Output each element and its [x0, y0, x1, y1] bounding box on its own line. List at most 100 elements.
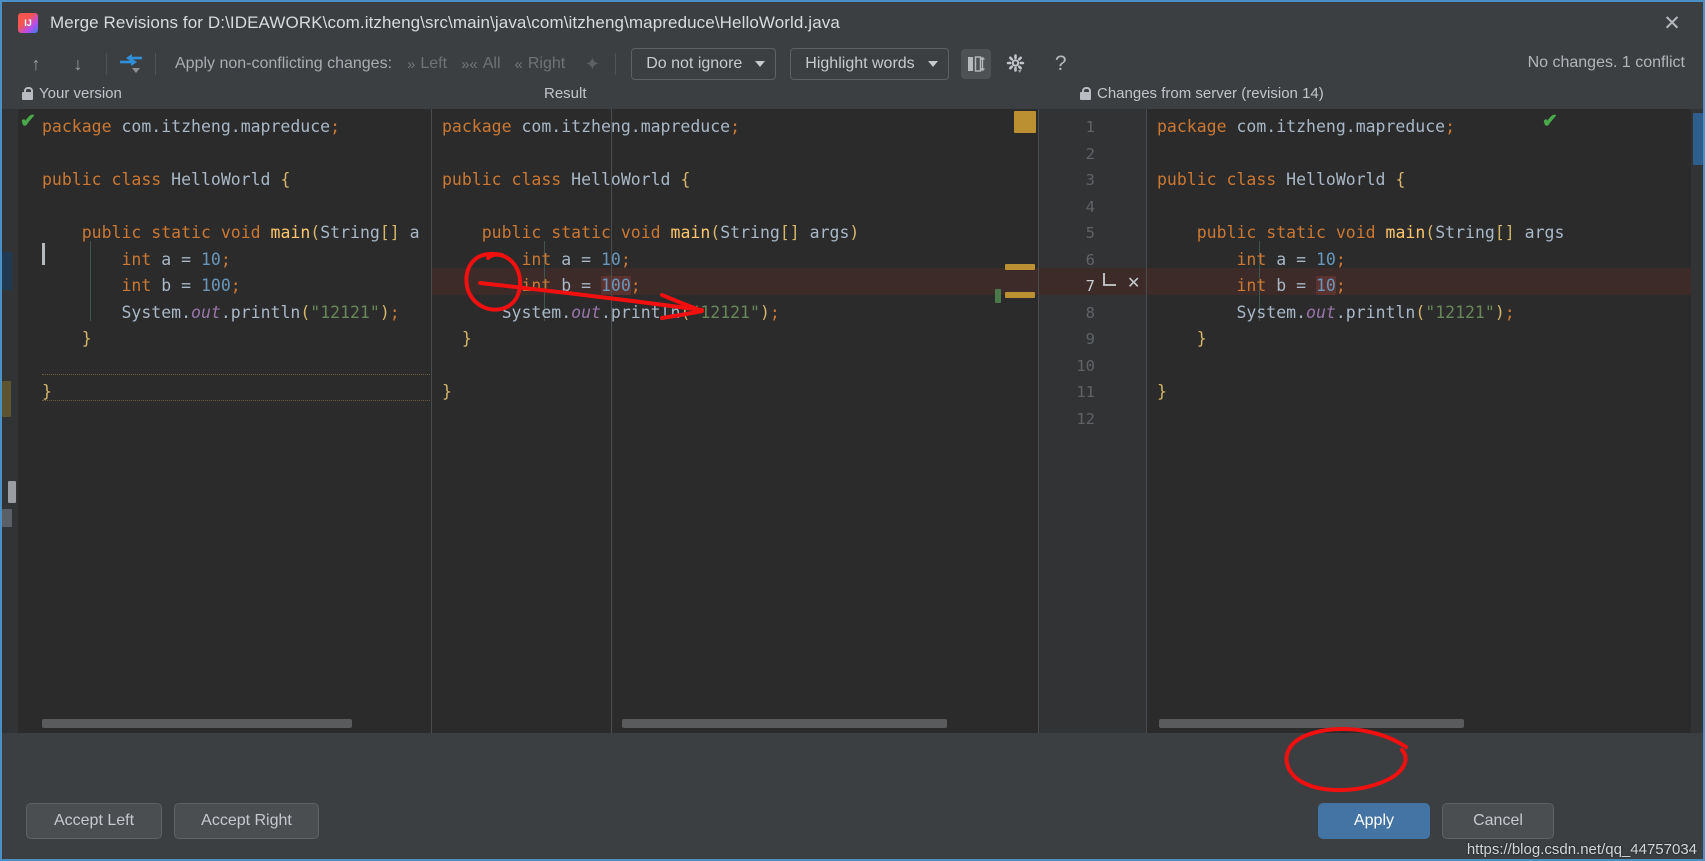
apply-button[interactable]: Apply [1318, 803, 1430, 839]
right-stripe-marker [1693, 113, 1703, 165]
code-token [1157, 250, 1236, 269]
code-token: ; [231, 276, 241, 295]
pane-header-left: Your version [22, 85, 122, 102]
stripe-marker-warning [2, 381, 11, 417]
code-token: void [221, 223, 261, 242]
highlight-policy-select[interactable]: Highlight words [790, 48, 948, 80]
close-icon[interactable]: ✕ [1655, 8, 1689, 38]
lock-icon [1080, 87, 1091, 100]
code-token: ( [310, 223, 320, 242]
code-line: public class HelloWorld { [442, 167, 690, 194]
pane-changes-from-server[interactable]: package com.itzheng.mapreduce;public cla… [1147, 109, 1705, 733]
stripe-thumb[interactable] [8, 481, 16, 503]
code-line: package com.itzheng.mapreduce; [1157, 114, 1455, 141]
mid-modified-marker-top [1014, 111, 1036, 133]
hscrollbar-mid[interactable] [622, 719, 947, 728]
code-token: int [1236, 276, 1266, 295]
gear-icon[interactable] [1001, 49, 1031, 79]
pane-your-version[interactable]: package com.itzheng.mapreduce;public cla… [20, 109, 430, 733]
code-token: . [601, 303, 611, 322]
code-token: void [1336, 223, 1376, 242]
accept-left-button[interactable]: Accept Left [26, 803, 162, 839]
code-token: a [410, 223, 420, 242]
apply-all-button[interactable]: »« All [454, 53, 507, 75]
code-line: package com.itzheng.mapreduce; [42, 114, 340, 141]
code-token: ; [730, 117, 740, 136]
lock-icon [22, 87, 33, 100]
conflict-resolve-controls[interactable]: ✕ [1101, 269, 1140, 295]
code-token [442, 276, 521, 295]
code-token: 10 [1316, 250, 1336, 269]
code-token: ; [621, 250, 631, 269]
stripe-marker-changed [2, 252, 12, 290]
left-status-stripe[interactable] [2, 109, 18, 733]
code-token: 100 [601, 276, 631, 295]
code-token [261, 223, 271, 242]
code-result: package com.itzheng.mapreduce; public cla… [432, 109, 1039, 733]
code-token [1386, 170, 1396, 189]
code-right: package com.itzheng.mapreduce;public cla… [1147, 109, 1705, 733]
code-token: "12121" [310, 303, 380, 322]
toolbar: ↑ ↓ Apply non-conflicting changes: » Lef… [2, 43, 1703, 85]
code-token: ) [380, 303, 390, 322]
line-numbers-right-pane: 123456789101112 [1039, 109, 1147, 733]
right-status-stripe[interactable] [1691, 109, 1705, 733]
code-token: HelloWorld [171, 170, 270, 189]
help-icon[interactable]: ? [1047, 50, 1075, 78]
hscrollbar-right[interactable] [1159, 719, 1464, 728]
code-token: } [462, 329, 472, 348]
mid-modified-marker-a [1005, 264, 1035, 270]
code-token: b [551, 276, 581, 295]
code-line: public static void main(String[] args [1157, 220, 1564, 247]
code-token: ( [1425, 223, 1435, 242]
code-token [1276, 170, 1286, 189]
apply-left-button[interactable]: » Left [400, 53, 454, 75]
columns-glyph [967, 55, 985, 73]
magic-wand-icon[interactable]: ✦ [578, 50, 606, 78]
code-token: package [1157, 117, 1227, 136]
merge-arrows-glyph [118, 53, 144, 75]
code-token: int [1236, 250, 1266, 269]
ignore-policy-select[interactable]: Do not ignore [631, 48, 776, 80]
cancel-button[interactable]: Cancel [1442, 803, 1554, 839]
code-token: s [1554, 223, 1564, 242]
apply-right-button[interactable]: « Right [508, 53, 573, 75]
code-line: package com.itzheng.mapreduce; [442, 114, 740, 141]
code-token: [] [780, 223, 800, 242]
reject-change-icon[interactable]: ✕ [1127, 273, 1140, 292]
code-token [400, 223, 410, 242]
code-token: args [800, 223, 850, 242]
code-token: ; [770, 303, 780, 322]
code-line: int b = 10; [1157, 273, 1346, 300]
code-token: static [151, 223, 211, 242]
merge-editors: package com.itzheng.mapreduce; public cla… [2, 109, 1705, 733]
code-token: ; [330, 117, 340, 136]
collapse-unchanged-icon[interactable] [961, 49, 991, 79]
hscrollbar-left[interactable] [42, 719, 352, 728]
intellij-idea-icon [18, 13, 38, 33]
next-difference-icon[interactable]: ↓ [64, 50, 92, 78]
code-token: System [502, 303, 562, 322]
code-token: } [1197, 329, 1207, 348]
code-token: main [271, 223, 311, 242]
previous-difference-icon[interactable]: ↑ [22, 50, 50, 78]
code-token [42, 223, 82, 242]
accept-change-icon[interactable] [1101, 272, 1118, 293]
code-token: a [551, 250, 581, 269]
code-token [42, 250, 121, 269]
watermark-text: https://blog.csdn.net/qq_44757034 [1467, 841, 1697, 858]
code-token [1256, 223, 1266, 242]
toolbar-divider-1 [106, 53, 107, 75]
apply-all-non-conflicting-icon[interactable] [116, 51, 146, 77]
code-token: ( [1415, 303, 1425, 322]
code-token: "12121" [1425, 303, 1495, 322]
code-token: class [1227, 170, 1277, 189]
code-token [112, 117, 122, 136]
code-token [1157, 303, 1236, 322]
accept-right-button[interactable]: Accept Right [174, 803, 319, 839]
line-number: 10 [1055, 353, 1095, 380]
pane-result[interactable]: package com.itzheng.mapreduce; public cla… [432, 109, 1039, 733]
code-token [271, 170, 281, 189]
code-token: out [571, 303, 601, 322]
code-token: println [231, 303, 301, 322]
